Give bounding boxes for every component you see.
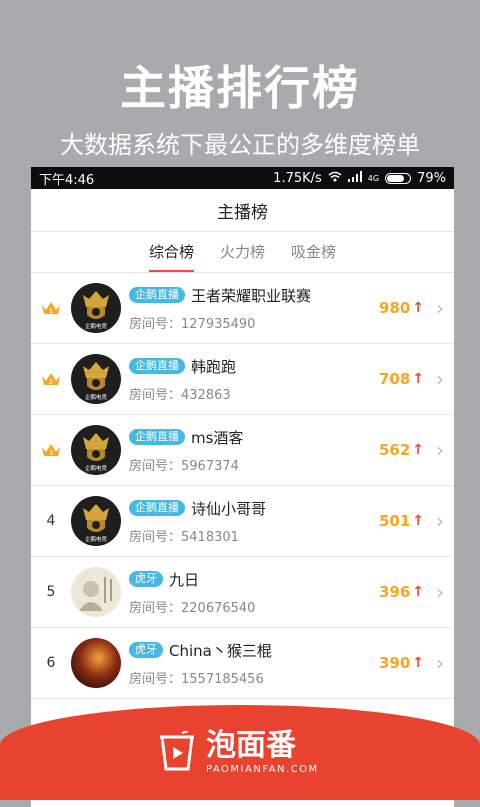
room-label: 房间号：: [129, 387, 182, 403]
room-number: 432863: [181, 387, 231, 403]
rank-number: 4: [46, 513, 56, 529]
svg-text:2: 2: [49, 378, 53, 386]
up-arrow-icon: ↑: [412, 584, 424, 600]
status-bar: 下午4:46 1.75K/s 4G 79%: [31, 167, 454, 189]
score-value: 396: [378, 583, 411, 601]
brand-url: PAOMIANFAN.COM: [206, 764, 319, 775]
ranking-row[interactable]: 4 企鹅电竞 企鹅直播 诗仙小哥哥 房间号：5418301 501 ↑ ›: [31, 486, 454, 557]
room-number: 1557185456: [181, 671, 264, 687]
score-value: 980: [378, 299, 411, 317]
chevron-right-icon: ›: [436, 367, 444, 391]
svg-text:企鹅电竞: 企鹅电竞: [85, 393, 108, 401]
noodle-cup-icon: [158, 729, 196, 775]
up-arrow-icon: ↑: [412, 300, 424, 316]
streamer-avatar: [71, 567, 121, 617]
streamer-name: 韩跑跑: [191, 357, 237, 376]
svg-text:3: 3: [49, 449, 53, 457]
tab-earnings[interactable]: 吸金榜: [291, 232, 336, 272]
score-value: 501: [378, 512, 411, 530]
rank-number: 5: [46, 584, 56, 600]
room-label: 房间号：: [129, 600, 182, 616]
ranking-row[interactable]: 2 企鹅电竞 企鹅直播 韩跑跑 房间号：432863 708 ↑ ›: [31, 344, 454, 415]
status-time: 下午4:46: [39, 172, 95, 188]
streamer-name: 王者荣耀职业联赛: [191, 286, 312, 305]
ranking-row[interactable]: 3 企鹅电竞 企鹅直播 ms酒客 房间号：5967374 562 ↑ ›: [31, 415, 454, 486]
brand-name: 泡面番: [206, 728, 296, 763]
signal-icon: [347, 170, 362, 186]
streamer-name: 九日: [169, 570, 200, 589]
platform-badge: 企鹅直播: [129, 287, 185, 303]
battery-level: 79%: [417, 170, 446, 186]
streamer-avatar: 企鹅电竞: [71, 354, 121, 404]
chevron-right-icon: ›: [436, 580, 444, 604]
up-arrow-icon: ↑: [412, 442, 424, 458]
streamer-name: 诗仙小哥哥: [191, 499, 267, 518]
crown-icon: 3: [31, 442, 71, 458]
chevron-right-icon: ›: [436, 509, 444, 533]
promo-subtitle: 大数据系统下最公正的多维度榜单: [60, 131, 420, 159]
brand-logo: 泡面番 PAOMIANFAN.COM: [158, 730, 319, 775]
room-label: 房间号：: [129, 316, 182, 332]
score-value: 562: [378, 441, 411, 459]
platform-badge: 企鹅直播: [129, 429, 185, 445]
up-arrow-icon: ↑: [412, 371, 424, 387]
room-number: 5418301: [181, 529, 239, 545]
room-label: 房间号：: [129, 458, 182, 474]
ranking-row[interactable]: 1 企鹅电竞 企鹅直播 王者荣耀职业联赛 房间号：127935490 980 ↑ …: [31, 273, 454, 344]
svg-text:企鹅电竞: 企鹅电竞: [85, 464, 108, 472]
svg-text:企鹅电竞: 企鹅电竞: [85, 322, 108, 330]
room-label: 房间号：: [129, 529, 182, 545]
platform-badge: 企鹅直播: [129, 358, 185, 374]
crown-icon: 2: [31, 371, 71, 387]
platform-badge: 企鹅直播: [129, 500, 185, 516]
up-arrow-icon: ↑: [412, 655, 424, 671]
room-number: 127935490: [181, 316, 256, 332]
streamer-avatar: [71, 638, 121, 688]
room-label: 房间号：: [129, 671, 182, 687]
score-value: 708: [378, 370, 411, 388]
svg-text:企鹅电竞: 企鹅电竞: [85, 535, 108, 543]
wifi-icon: [328, 171, 342, 186]
up-arrow-icon: ↑: [412, 513, 424, 529]
page-title: 主播榜: [31, 189, 454, 232]
streamer-name: ms酒客: [191, 428, 244, 447]
chevron-right-icon: ›: [436, 651, 444, 675]
chevron-right-icon: ›: [436, 296, 444, 320]
ranking-row[interactable]: 6 虎牙 China丶猴三棍 房间号：1557185456 390 ↑ ›: [31, 628, 454, 699]
streamer-name: China丶猴三棍: [169, 641, 272, 660]
promo-title: 主播排行榜: [120, 61, 360, 115]
chevron-right-icon: ›: [436, 438, 444, 462]
crown-icon: 1: [31, 300, 71, 316]
battery-icon: [385, 172, 412, 184]
streamer-avatar: 企鹅电竞: [71, 496, 121, 546]
ranking-row[interactable]: 5 虎牙 九日 房间号：220676540 396 ↑ ›: [31, 557, 454, 628]
network-speed: 1.75K/s: [273, 170, 322, 186]
room-number: 5967374: [181, 458, 239, 474]
platform-badge: 虎牙: [129, 642, 163, 658]
network-type: 4G: [367, 173, 380, 183]
platform-badge: 虎牙: [129, 571, 163, 587]
room-number: 220676540: [181, 600, 256, 616]
svg-text:1: 1: [49, 307, 53, 315]
streamer-avatar: 企鹅电竞: [71, 283, 121, 333]
tab-bar: 综合榜 火力榜 吸金榜: [31, 232, 454, 273]
score-value: 390: [378, 654, 411, 672]
tab-firepower[interactable]: 火力榜: [220, 232, 265, 272]
rank-number: 6: [46, 655, 56, 671]
streamer-avatar: 企鹅电竞: [71, 425, 121, 475]
tab-overall[interactable]: 综合榜: [148, 232, 194, 272]
ranking-list: 1 企鹅电竞 企鹅直播 王者荣耀职业联赛 房间号：127935490 980 ↑ …: [31, 273, 454, 699]
